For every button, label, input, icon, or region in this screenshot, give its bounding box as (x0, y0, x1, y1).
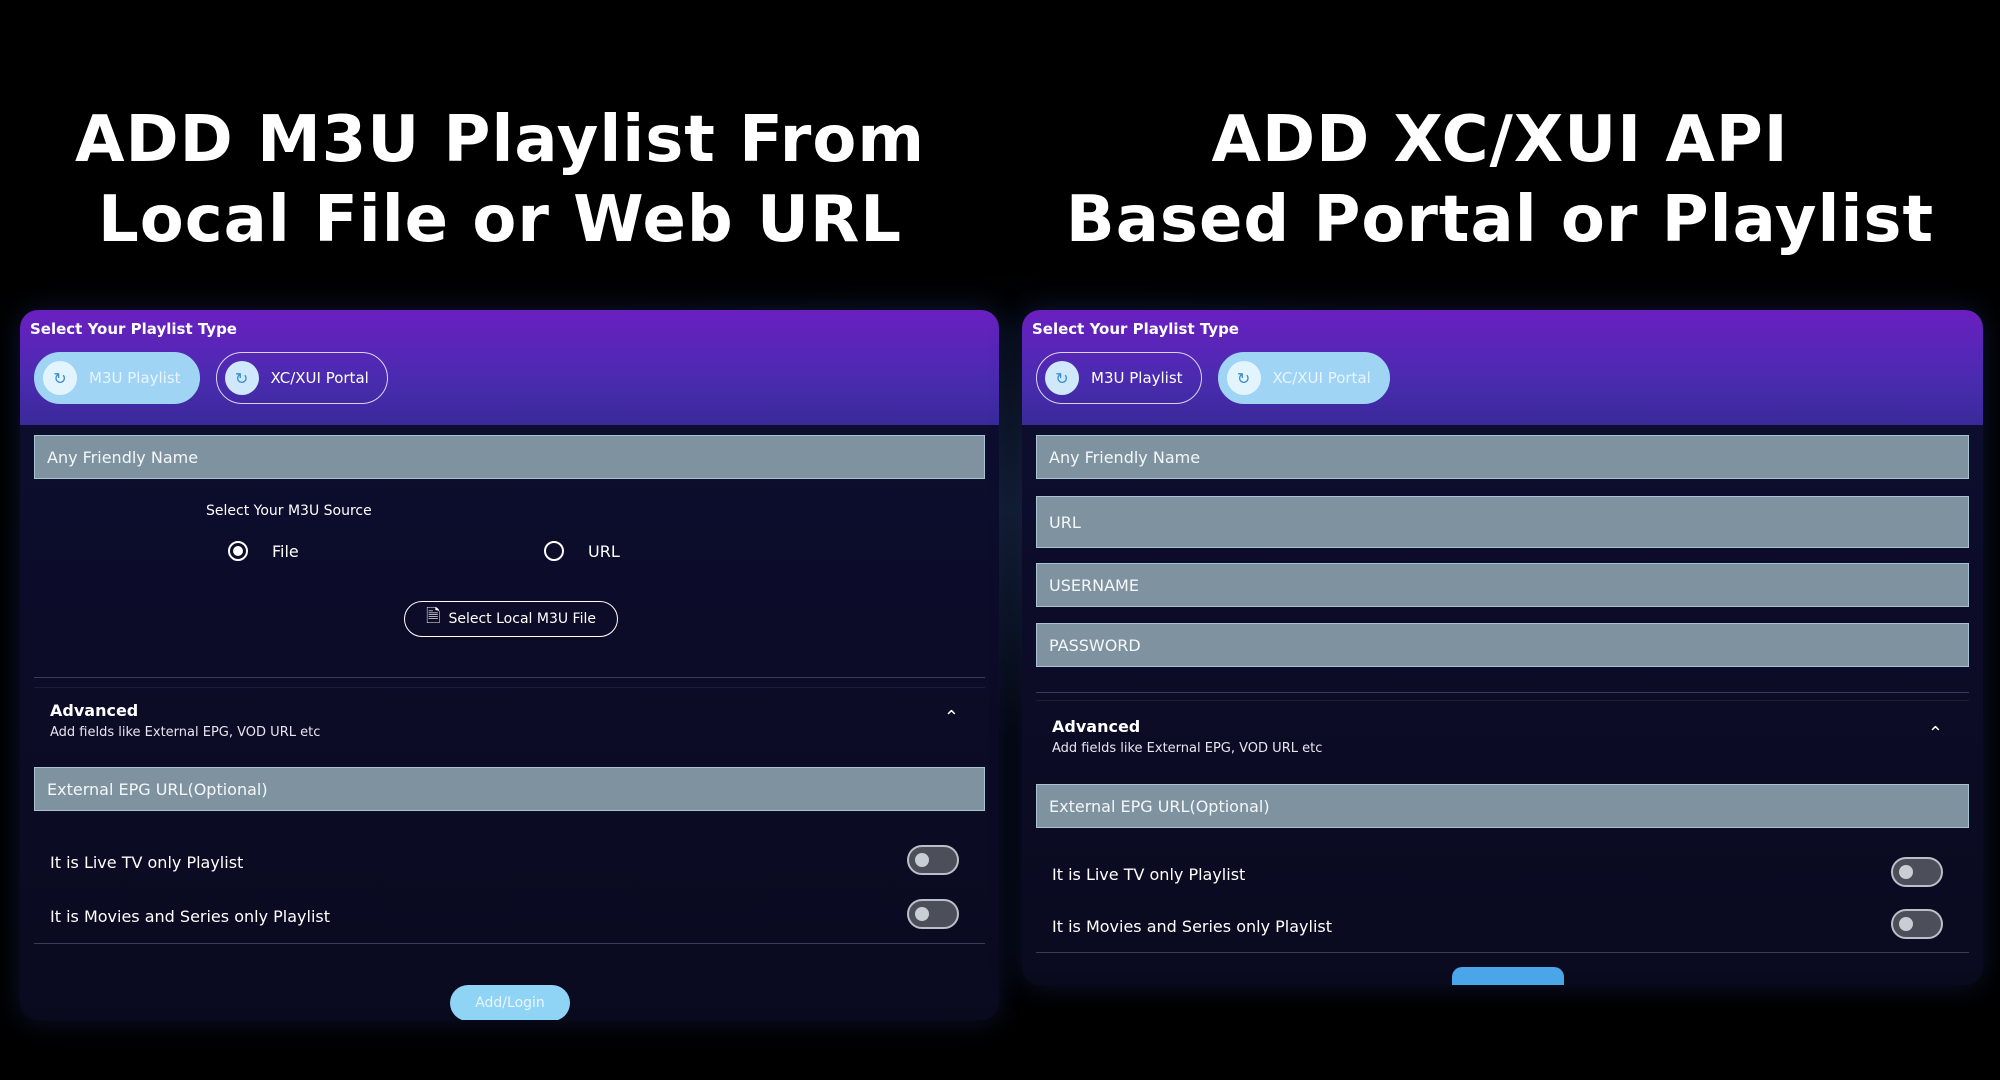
xc-portal-panel: Select Your Playlist Type ↻ M3U Playlist… (1022, 310, 1983, 985)
advanced-subtitle: Add fields like External EPG, VOD URL et… (50, 725, 321, 740)
xc-xui-portal-button[interactable]: ↻ XC/XUI Portal (1217, 352, 1390, 404)
m3u-source-label: Select Your M3U Source (206, 503, 372, 519)
external-epg-input[interactable]: External EPG URL(Optional) (34, 767, 985, 811)
m3u-playlist-panel: Select Your Playlist Type ↻ M3U Playlist… (20, 310, 999, 1020)
m3u-playlist-button[interactable]: ↻ M3U Playlist (1036, 352, 1202, 404)
divider (34, 687, 985, 688)
form-body: Any Friendly Name URL USERNAME PASSWORD … (1022, 425, 1983, 985)
external-epg-input[interactable]: External EPG URL(Optional) (1036, 784, 1969, 828)
right-heading: ADD XC/XUI API Based Portal or Playlist (1020, 100, 1980, 260)
divider (34, 677, 985, 678)
xc-xui-portal-button[interactable]: ↻ XC/XUI Portal (215, 352, 388, 404)
m3u-playlist-button[interactable]: ↻ M3U Playlist (34, 352, 200, 404)
friendly-name-input[interactable]: Any Friendly Name (1036, 435, 1969, 479)
divider (1036, 952, 1969, 953)
password-placeholder: PASSWORD (1049, 635, 1141, 655)
source-file-label: File (272, 541, 299, 561)
live-tv-only-toggle[interactable] (907, 845, 959, 875)
chevron-up-icon[interactable]: ⌃ (944, 707, 959, 728)
m3u-playlist-label: M3U Playlist (1091, 369, 1183, 387)
m3u-playlist-label: M3U Playlist (89, 369, 181, 387)
friendly-name-input[interactable]: Any Friendly Name (34, 435, 985, 479)
xc-xui-portal-label: XC/XUI Portal (1272, 369, 1371, 387)
source-url-radio[interactable]: URL (544, 541, 620, 561)
portal-icon: ↻ (224, 361, 259, 395)
playlist-icon: ↻ (1045, 361, 1079, 395)
playlist-icon: ↻ (43, 361, 77, 395)
add-login-button[interactable]: Add/Login (450, 985, 570, 1020)
playlist-type-row: ↻ M3U Playlist ↻ XC/XUI Portal (30, 352, 989, 404)
chevron-up-icon[interactable]: ⌃ (1928, 723, 1943, 744)
playlist-type-row: ↻ M3U Playlist ↻ XC/XUI Portal (1032, 352, 1973, 404)
xc-xui-portal-label: XC/XUI Portal (270, 369, 369, 387)
movies-series-only-toggle[interactable] (907, 899, 959, 929)
playlist-type-header: Select Your Playlist Type ↻ M3U Playlist… (20, 310, 999, 425)
username-input[interactable]: USERNAME (1036, 563, 1969, 607)
movies-series-only-label: It is Movies and Series only Playlist (50, 907, 330, 926)
friendly-name-placeholder: Any Friendly Name (47, 447, 199, 467)
external-epg-placeholder: External EPG URL(Optional) (1049, 796, 1270, 816)
left-heading-line1: ADD M3U Playlist From (75, 103, 925, 177)
movies-series-only-toggle[interactable] (1891, 909, 1943, 939)
playlist-type-header: Select Your Playlist Type ↻ M3U Playlist… (1022, 310, 1983, 425)
divider (1036, 700, 1969, 701)
username-placeholder: USERNAME (1049, 575, 1139, 595)
live-tv-only-label: It is Live TV only Playlist (1052, 865, 1246, 884)
advanced-title: Advanced (50, 701, 139, 720)
add-login-button[interactable] (1452, 967, 1564, 985)
right-heading-line1: ADD XC/XUI API (1211, 103, 1789, 177)
select-type-label: Select Your Playlist Type (30, 320, 237, 338)
select-type-label: Select Your Playlist Type (1032, 320, 1239, 338)
advanced-title: Advanced (1052, 717, 1141, 736)
left-heading: ADD M3U Playlist From Local File or Web … (20, 100, 980, 260)
divider (1036, 692, 1969, 693)
portal-icon: ↻ (1226, 361, 1261, 395)
live-tv-only-label: It is Live TV only Playlist (50, 853, 244, 872)
radio-unselected-icon (544, 541, 564, 561)
source-file-radio[interactable]: File (228, 541, 299, 561)
password-input[interactable]: PASSWORD (1036, 623, 1969, 667)
url-input[interactable]: URL (1036, 496, 1969, 548)
add-login-label: Add/Login (475, 995, 545, 1011)
divider (34, 943, 985, 944)
form-body: Any Friendly Name Select Your M3U Source… (20, 425, 999, 1020)
url-placeholder: URL (1049, 512, 1081, 532)
source-url-label: URL (588, 541, 620, 561)
advanced-subtitle: Add fields like External EPG, VOD URL et… (1052, 741, 1323, 756)
external-epg-placeholder: External EPG URL(Optional) (47, 779, 268, 799)
file-icon: 🗎 (426, 606, 441, 627)
select-local-file-label: Select Local M3U File (448, 611, 596, 627)
live-tv-only-toggle[interactable] (1891, 857, 1943, 887)
movies-series-only-label: It is Movies and Series only Playlist (1052, 917, 1332, 936)
friendly-name-placeholder: Any Friendly Name (1049, 447, 1201, 467)
left-heading-line2: Local File or Web URL (97, 183, 903, 257)
radio-selected-icon (228, 541, 248, 561)
select-local-file-button[interactable]: 🗎 Select Local M3U File (404, 601, 618, 637)
right-heading-line2: Based Portal or Playlist (1065, 183, 1935, 257)
